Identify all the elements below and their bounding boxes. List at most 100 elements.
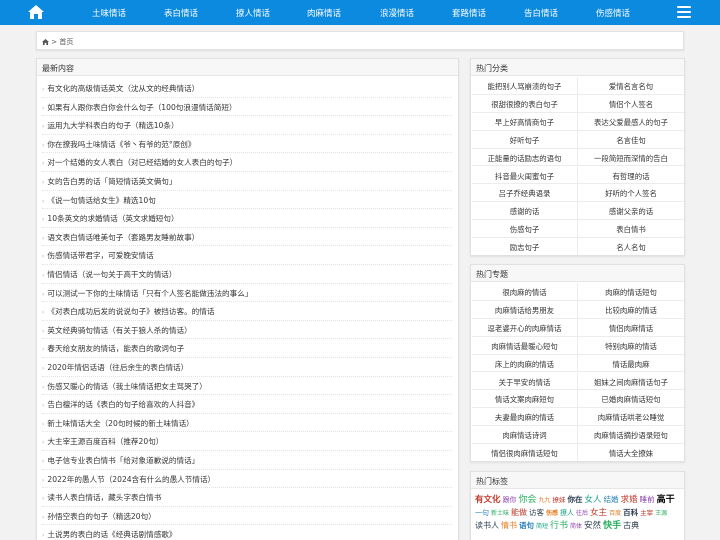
topic-link[interactable]: 情侣肉麻情话 [578, 319, 684, 337]
latest-list-item[interactable]: › 2020年情侣话语（往后余生的表白情话） [42, 358, 452, 377]
latest-list-item[interactable]: › 你在撩我吗土味情话《爷丶有爷的范°原创》 [42, 135, 452, 154]
topic-link[interactable]: 肉麻情话给男朋友 [472, 300, 578, 319]
latest-list-item[interactable]: › 可以测试一下你的土味情话「只有个人签名能做违法的事么」 [42, 284, 452, 303]
latest-list-item[interactable]: › 2022年的愚人节（2024含有什么的愚人节情话） [42, 470, 452, 489]
tag-link[interactable]: 安然 [584, 521, 601, 531]
latest-list-item[interactable]: › 大主宰王源百度百科（推荐20句） [42, 432, 452, 451]
category-link[interactable]: 名言佳句 [578, 131, 684, 149]
tag-link[interactable]: 快手 [603, 521, 621, 531]
tag-link[interactable]: 简短 [536, 523, 548, 530]
tag-link[interactable]: 百度 [609, 510, 621, 517]
tag-link[interactable]: 你在 [568, 495, 583, 504]
category-link[interactable]: 表达父爱最感人的句子 [578, 113, 684, 131]
topic-link[interactable]: 肉麻的情话短句 [578, 283, 684, 301]
tag-link[interactable]: 撩妹 [553, 496, 566, 504]
latest-list-item[interactable]: › 孙悟空表白的句子（精选20句） [42, 507, 452, 526]
topic-link[interactable]: 情话大全撩妹 [578, 444, 684, 461]
topic-link[interactable]: 肉麻情话哄老公睡觉 [578, 408, 684, 427]
category-link[interactable]: 吕子乔经典语录 [472, 184, 578, 203]
latest-list-item[interactable]: › 语文表白情话唯美句子（套路男友睡前故事） [42, 228, 452, 247]
hamburger-menu-icon[interactable] [677, 6, 691, 18]
latest-list-item[interactable]: › 告白檀洋的话《表白的句子给喜欢的人抖音》 [42, 395, 452, 414]
latest-list-item[interactable]: › 有文化的高级情话英文（沈从文的经典情话） [42, 79, 452, 98]
category-link[interactable]: 表白情书 [578, 220, 684, 239]
tag-link[interactable]: 读书人 [475, 521, 499, 530]
category-link[interactable]: 爱情名言名句 [578, 77, 684, 95]
tag-link[interactable]: 有文化 [475, 495, 501, 505]
tag-link[interactable]: 求婚 [621, 495, 638, 505]
tag-link[interactable]: 撩人 [560, 509, 574, 517]
category-link[interactable]: 能把别人骂崩溃的句子 [472, 77, 578, 95]
topic-link[interactable]: 已婚肉麻情话短句 [578, 390, 684, 409]
tag-link[interactable]: 访客 [529, 508, 544, 517]
tag-link[interactable]: 睡前 [640, 495, 655, 504]
category-link[interactable]: 感谢的话 [472, 202, 578, 221]
topic-link[interactable]: 逗老婆开心的肉麻情话 [472, 318, 578, 337]
topic-link[interactable]: 肉麻情话最暖心短句 [472, 336, 578, 355]
category-link[interactable]: 伤感句子 [472, 220, 578, 239]
topic-link[interactable]: 肉麻情话摘抄语录短句 [578, 426, 684, 445]
latest-list-item[interactable]: › 情侣情话（说一句关于高干文的情话） [42, 265, 452, 284]
tag-link[interactable]: 新土味 [491, 510, 509, 517]
category-link[interactable]: 很甜很撩的表白句子 [472, 94, 578, 113]
latest-list-item[interactable]: › 英文经典骑句情话（有关于狼人杀的情话） [42, 321, 452, 340]
tag-link[interactable]: 简体 [570, 523, 582, 530]
tag-link[interactable]: 结婚 [604, 495, 619, 504]
category-link[interactable]: 名人名句 [578, 238, 684, 255]
tag-link[interactable]: 情书 [501, 521, 517, 530]
latest-list-item[interactable]: › 对一个结婚的女人表白（对已经结婚的女人表白的句子） [42, 153, 452, 172]
latest-list-item[interactable]: › 10条英文的求婚情话（英文求婚短句） [42, 209, 452, 228]
category-link[interactable]: 有哲理的话 [578, 167, 684, 185]
home-icon[interactable] [28, 5, 44, 19]
topic-link[interactable]: 夫妻最肉麻的情话 [472, 408, 578, 427]
category-link[interactable]: 好听的个人签名 [578, 184, 684, 203]
nav-item-taolu[interactable]: 套路情话 [452, 7, 486, 19]
topic-link[interactable]: 情侣很肉麻情话短句 [472, 444, 578, 461]
tag-link[interactable]: 王源 [655, 510, 667, 517]
topic-link[interactable]: 情话最肉麻 [578, 355, 684, 373]
latest-list-item[interactable]: › 如果有人跟你表白你会什么句子（100句浪漫情话简短） [42, 98, 452, 117]
category-link[interactable]: 正能量的话励志的语句 [472, 148, 578, 167]
tag-link[interactable]: 女人 [585, 495, 602, 505]
nav-item-liaoren[interactable]: 撩人情话 [236, 7, 270, 19]
category-link[interactable]: 感谢父亲的话 [578, 202, 684, 221]
breadcrumb-home-link[interactable]: 首页 [59, 38, 73, 46]
tag-link[interactable]: 能做 [511, 508, 527, 517]
category-link[interactable]: 好听句子 [472, 130, 578, 149]
nav-item-roumа[interactable]: 肉麻情话 [307, 7, 341, 19]
topic-link[interactable]: 比较肉麻的情话 [578, 301, 684, 319]
latest-list-item[interactable]: › 新土味情话大全（20句时候的新土味情话） [42, 414, 452, 433]
tag-link[interactable]: 你会 [519, 495, 537, 505]
tag-link[interactable]: 九九 [539, 497, 551, 504]
category-link[interactable]: 情侣个人签名 [578, 95, 684, 113]
latest-list-item[interactable]: › 电子信专业表白情书「给对象道歉说的情话」 [42, 451, 452, 470]
tag-link[interactable]: 主宰 [640, 509, 653, 517]
category-link[interactable]: 一段简短而深情的告白 [578, 149, 684, 167]
topic-link[interactable]: 情话文案肉麻短句 [472, 390, 578, 409]
nav-item-biaobai[interactable]: 表白情话 [164, 7, 198, 19]
nav-item-gaobai[interactable]: 告白情话 [524, 7, 558, 19]
latest-list-item[interactable]: › 运用九大学科表白的句子（精选10条） [42, 116, 452, 135]
tag-link[interactable]: 跟你 [503, 496, 517, 504]
latest-list-item[interactable]: › 伤感又暖心的情话（我土味情话把女主骂哭了） [42, 377, 452, 396]
nav-item-shanggan[interactable]: 伤感情话 [596, 7, 630, 19]
topic-link[interactable]: 特别肉麻的情话 [578, 337, 684, 355]
category-link[interactable]: 励志句子 [472, 238, 578, 255]
category-link[interactable]: 早上好高情商句子 [472, 112, 578, 131]
tag-link[interactable]: 高干 [657, 495, 675, 505]
topic-link[interactable]: 关于早安的情话 [472, 372, 578, 391]
tag-link[interactable]: 往后 [576, 510, 588, 517]
topic-link[interactable]: 姐妹之间肉麻情话句子 [578, 373, 684, 391]
tag-link[interactable]: 一句 [475, 509, 489, 517]
tag-link[interactable]: 语句 [519, 521, 534, 530]
latest-list-item[interactable]: › 土说男的表白的话《经典话剧情感歌》 [42, 525, 452, 540]
tag-link[interactable]: 女主 [590, 508, 607, 518]
topic-link[interactable]: 肉麻情话诗词 [472, 426, 578, 445]
latest-list-item[interactable]: › 《对表白成功后发的说说句子》被挡访客。的情话 [42, 302, 452, 321]
tag-link[interactable]: 百科 [623, 508, 638, 517]
latest-list-item[interactable]: › 春天给女朋友的情话，能表白的歌词句子 [42, 339, 452, 358]
latest-list-item[interactable]: › 读书人表白情话，藏头字表白情书 [42, 488, 452, 507]
home-icon[interactable] [42, 38, 49, 45]
tag-link[interactable]: 古典 [623, 521, 639, 530]
latest-list-item[interactable]: › 女的告白男的话「简短情话英文俩句」 [42, 172, 452, 191]
